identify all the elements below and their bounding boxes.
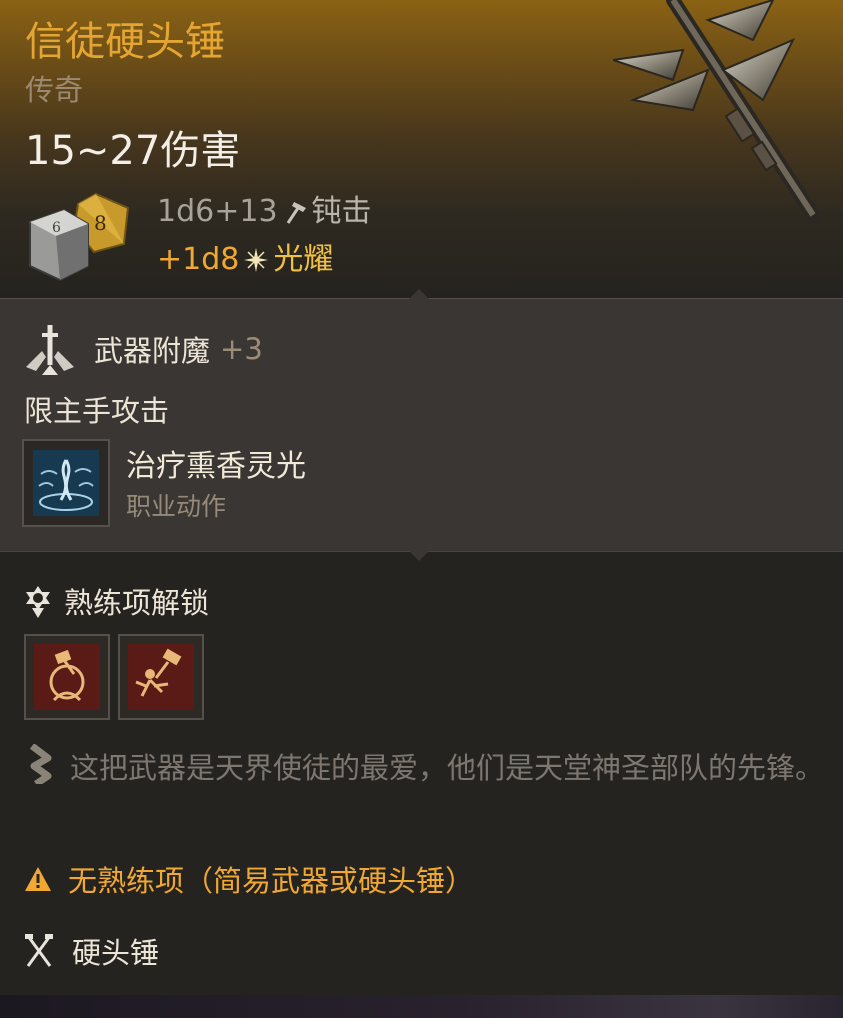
d8-face: 8 xyxy=(94,211,107,235)
healing-aura-icon xyxy=(33,450,99,516)
damage-summary: 15~27伤害 xyxy=(25,128,241,174)
action-icon-slot[interactable] xyxy=(22,439,110,527)
proficiency-heading-label: 熟练项解锁 xyxy=(64,586,210,620)
action-category: 职业动作 xyxy=(126,492,227,521)
warning-icon xyxy=(25,867,51,891)
dice-icon: 8 6 xyxy=(29,192,130,282)
blunt-hammer-icon xyxy=(286,202,306,224)
restriction-text: 限主手攻击 xyxy=(24,394,170,428)
damage-line-blunt: 1d6+13 钝击 xyxy=(157,192,372,232)
proficiency-badge-icon xyxy=(26,586,50,618)
radiant-sparkle-icon xyxy=(244,248,269,272)
proficiency-slot-1[interactable] xyxy=(24,634,110,720)
footer-bar xyxy=(0,995,843,1018)
proficiency-warning: 无熟练项（简易武器或硬头锤） xyxy=(24,858,474,900)
blunt-type: 钝击 xyxy=(311,194,372,229)
blunt-dice: 1d6+13 xyxy=(157,194,278,229)
lore-text: 这把武器是天界使徒的最爱，他们是天堂神圣部队的先锋。 xyxy=(70,751,825,785)
divider-notch-bottom xyxy=(409,551,429,561)
item-name: 信徒硬头锤 xyxy=(25,19,225,65)
enchantment-value: +3 xyxy=(220,332,263,366)
proficiency-strike-icon xyxy=(128,644,194,710)
properties-panel: 武器附魔 +3 限主手攻击 治疗熏香灵光 职业动作 xyxy=(0,289,843,561)
mace-art-icon xyxy=(613,0,820,222)
proficiency-heading: 熟练项解锁 xyxy=(24,580,209,622)
item-rarity: 传奇 xyxy=(25,73,84,107)
enchantment-label: 武器附魔 xyxy=(94,334,211,368)
quill-icon xyxy=(29,744,52,784)
crossed-weapons-icon xyxy=(25,934,53,967)
radiant-type: 光耀 xyxy=(273,242,334,277)
proficiency-portrait-icon xyxy=(34,644,100,710)
warning-text: 无熟练项（简易武器或硬头锤） xyxy=(68,864,475,898)
action-name: 治疗熏香灵光 xyxy=(126,449,306,484)
radiant-dice: +1d8 xyxy=(157,242,240,277)
tooltip-header: 信徒硬头锤 传奇 15~27伤害 8 6 1d6+13 钝击 +1d8 光耀 xyxy=(0,0,843,298)
damage-line-radiant: +1d8 光耀 xyxy=(157,240,333,280)
weapon-enchant-icon xyxy=(26,325,74,375)
d6-face: 6 xyxy=(52,220,61,236)
weapon-type: 硬头锤 xyxy=(24,930,159,972)
weapon-type-label: 硬头锤 xyxy=(72,936,160,970)
enchantment-row[interactable]: 武器附魔 +3 xyxy=(22,321,263,377)
proficiency-slot-2[interactable] xyxy=(118,634,204,720)
item-tooltip: 信徒硬头锤 传奇 15~27伤害 8 6 1d6+13 钝击 +1d8 光耀 武… xyxy=(0,0,843,1018)
divider-notch-top xyxy=(409,289,429,299)
